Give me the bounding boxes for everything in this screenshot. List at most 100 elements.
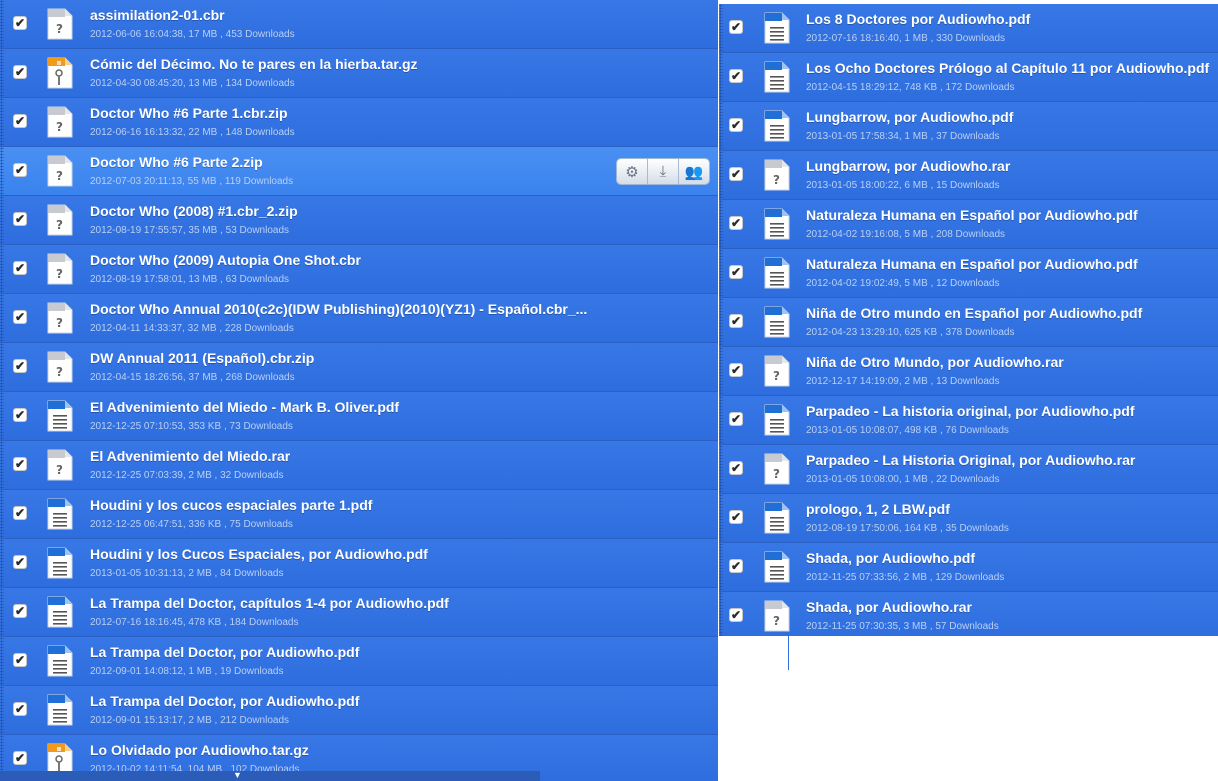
file-row[interactable]: ✔ Naturaleza Humana en Español por Audiow… xyxy=(719,200,1218,249)
file-row[interactable]: ✔ Parpadeo - La historia original, por Au… xyxy=(719,396,1218,445)
drag-handle[interactable] xyxy=(719,494,723,542)
file-row[interactable]: ✔ Houdini y los Cucos Espaciales, por Aud… xyxy=(0,539,718,588)
settings-gear-icon[interactable]: ⚙ xyxy=(617,159,648,184)
file-row[interactable]: ✔? Doctor Who Annual 2010(c2c)(IDW Publis… xyxy=(0,294,718,343)
file-name[interactable]: Niña de Otro mundo en Español por Audiow… xyxy=(806,305,1142,321)
file-row[interactable]: ✔ Houdini y los cucos espaciales parte 1.… xyxy=(0,490,718,539)
drag-handle[interactable] xyxy=(719,592,723,636)
file-row[interactable]: ✔? El Advenimiento del Miedo.rar 2012-12-2… xyxy=(0,441,718,490)
row-checkbox[interactable]: ✔ xyxy=(13,457,27,471)
row-checkbox[interactable]: ✔ xyxy=(13,114,27,128)
row-checkbox[interactable]: ✔ xyxy=(729,216,743,230)
file-row[interactable]: ✔ La Trampa del Doctor, capítulos 1-4 por… xyxy=(0,588,718,637)
file-name[interactable]: Niña de Otro Mundo, por Audiowho.rar xyxy=(806,354,1064,370)
file-name[interactable]: Naturaleza Humana en Español por Audiowh… xyxy=(806,207,1138,223)
file-name[interactable]: Naturaleza Humana en Español por Audiowh… xyxy=(806,256,1138,272)
drag-handle[interactable] xyxy=(0,686,4,734)
row-checkbox[interactable]: ✔ xyxy=(13,604,27,618)
share-users-icon[interactable]: 👥 xyxy=(679,159,709,184)
file-row[interactable]: ✔? Doctor Who #6 Parte 1.cbr.zip 2012-06-1… xyxy=(0,98,718,147)
file-name[interactable]: La Trampa del Doctor, por Audiowho.pdf xyxy=(90,644,359,660)
file-row[interactable]: ✔? DW Annual 2011 (Español).cbr.zip 2012-0… xyxy=(0,343,718,392)
file-name[interactable]: Doctor Who (2008) #1.cbr_2.zip xyxy=(90,203,298,219)
file-row[interactable]: ✔ Los 8 Doctores por Audiowho.pdf 2012-07-… xyxy=(719,4,1218,53)
file-name[interactable]: Parpadeo - La historia original, por Aud… xyxy=(806,403,1135,419)
drag-handle[interactable] xyxy=(0,196,4,244)
file-name[interactable]: Los Ocho Doctores Prólogo al Capítulo 11… xyxy=(806,60,1209,76)
download-icon[interactable]: ⤓ xyxy=(648,159,679,184)
drag-handle[interactable] xyxy=(719,53,723,101)
row-checkbox[interactable]: ✔ xyxy=(729,265,743,279)
row-checkbox[interactable]: ✔ xyxy=(13,555,27,569)
file-row[interactable]: ✔? Doctor Who #6 Parte 2.zip 2012-07-03 20… xyxy=(0,147,718,196)
drag-handle[interactable] xyxy=(0,490,4,538)
file-name[interactable]: Cómic del Décimo. No te pares en la hier… xyxy=(90,56,418,72)
file-name[interactable]: prologo, 1, 2 LBW.pdf xyxy=(806,501,950,517)
drag-handle[interactable] xyxy=(0,637,4,685)
file-row[interactable]: ✔ Los Ocho Doctores Prólogo al Capítulo 1… xyxy=(719,53,1218,102)
file-name[interactable]: assimilation2-01.cbr xyxy=(90,7,225,23)
drag-handle[interactable] xyxy=(0,343,4,391)
file-row[interactable]: ✔? Doctor Who (2009) Autopia One Shot.cbr… xyxy=(0,245,718,294)
row-checkbox[interactable]: ✔ xyxy=(13,163,27,177)
drag-handle[interactable] xyxy=(0,0,4,48)
row-checkbox[interactable]: ✔ xyxy=(729,608,743,622)
file-row[interactable]: ✔ Niña de Otro mundo en Español por Audio… xyxy=(719,298,1218,347)
row-checkbox[interactable]: ✔ xyxy=(13,359,27,373)
row-checkbox[interactable]: ✔ xyxy=(729,69,743,83)
row-checkbox[interactable]: ✔ xyxy=(729,559,743,573)
file-name[interactable]: Lungbarrow, por Audiowho.rar xyxy=(806,158,1010,174)
row-checkbox[interactable]: ✔ xyxy=(729,510,743,524)
file-name[interactable]: La Trampa del Doctor, capítulos 1-4 por … xyxy=(90,595,449,611)
file-name[interactable]: Houdini y los Cucos Espaciales, por Audi… xyxy=(90,546,428,562)
row-checkbox[interactable]: ✔ xyxy=(13,653,27,667)
row-checkbox[interactable]: ✔ xyxy=(13,506,27,520)
file-name[interactable]: La Trampa del Doctor, por Audiowho.pdf xyxy=(90,693,359,709)
file-row[interactable]: ✔? Niña de Otro Mundo, por Audiowho.rar 20… xyxy=(719,347,1218,396)
drag-handle[interactable] xyxy=(0,98,4,146)
row-checkbox[interactable]: ✔ xyxy=(13,65,27,79)
row-checkbox[interactable]: ✔ xyxy=(13,212,27,226)
file-row[interactable]: ✔? Parpadeo - La Historia Original, por A… xyxy=(719,445,1218,494)
drag-handle[interactable] xyxy=(719,543,723,591)
row-checkbox[interactable]: ✔ xyxy=(729,20,743,34)
row-checkbox[interactable]: ✔ xyxy=(729,118,743,132)
file-name[interactable]: El Advenimiento del Miedo.rar xyxy=(90,448,290,464)
file-row[interactable]: ✔ prologo, 1, 2 LBW.pdf 2012-08-19 17:50:0… xyxy=(719,494,1218,543)
file-name[interactable]: El Advenimiento del Miedo - Mark B. Oliv… xyxy=(90,399,399,415)
file-name[interactable]: Shada, por Audiowho.rar xyxy=(806,599,972,615)
drag-handle[interactable] xyxy=(719,347,723,395)
row-checkbox[interactable]: ✔ xyxy=(13,16,27,30)
file-name[interactable]: Parpadeo - La Historia Original, por Aud… xyxy=(806,452,1135,468)
file-name[interactable]: Doctor Who Annual 2010(c2c)(IDW Publishi… xyxy=(90,301,587,317)
row-checkbox[interactable]: ✔ xyxy=(729,363,743,377)
drag-handle[interactable] xyxy=(719,151,723,199)
drag-handle[interactable] xyxy=(719,4,723,52)
file-name[interactable]: Lungbarrow, por Audiowho.pdf xyxy=(806,109,1013,125)
row-checkbox[interactable]: ✔ xyxy=(13,751,27,765)
file-row[interactable]: ✔ La Trampa del Doctor, por Audiowho.pdf 2… xyxy=(0,686,718,735)
scroll-strip[interactable] xyxy=(0,771,540,781)
drag-handle[interactable] xyxy=(0,441,4,489)
chevron-down-icon[interactable]: ▼ xyxy=(233,770,242,780)
file-row[interactable]: ✔ Naturaleza Humana en Español por Audiow… xyxy=(719,249,1218,298)
row-checkbox[interactable]: ✔ xyxy=(13,310,27,324)
file-row[interactable]: ✔? assimilation2-01.cbr 2012-06-06 16:04:3… xyxy=(0,0,718,49)
drag-handle[interactable] xyxy=(719,200,723,248)
drag-handle[interactable] xyxy=(0,539,4,587)
file-row[interactable]: ✔? Doctor Who (2008) #1.cbr_2.zip 2012-08-… xyxy=(0,196,718,245)
file-row[interactable]: ✔ Shada, por Audiowho.pdf 2012-11-25 07:33… xyxy=(719,543,1218,592)
file-row[interactable]: ✔ El Advenimiento del Miedo - Mark B. Oli… xyxy=(0,392,718,441)
file-name[interactable]: DW Annual 2011 (Español).cbr.zip xyxy=(90,350,314,366)
file-row[interactable]: ✔ Lungbarrow, por Audiowho.pdf 2013-01-05 … xyxy=(719,102,1218,151)
file-name[interactable]: Shada, por Audiowho.pdf xyxy=(806,550,975,566)
file-row[interactable]: ✔? Shada, por Audiowho.rar 2012-11-25 07:3… xyxy=(719,592,1218,636)
file-row[interactable]: ✔ Cómic del Décimo. No te pares en la hie… xyxy=(0,49,718,98)
file-name[interactable]: Doctor Who #6 Parte 2.zip xyxy=(90,154,263,170)
drag-handle[interactable] xyxy=(719,396,723,444)
row-checkbox[interactable]: ✔ xyxy=(13,408,27,422)
file-name[interactable]: Los 8 Doctores por Audiowho.pdf xyxy=(806,11,1030,27)
drag-handle[interactable] xyxy=(0,49,4,97)
row-checkbox[interactable]: ✔ xyxy=(729,314,743,328)
file-name[interactable]: Doctor Who #6 Parte 1.cbr.zip xyxy=(90,105,288,121)
